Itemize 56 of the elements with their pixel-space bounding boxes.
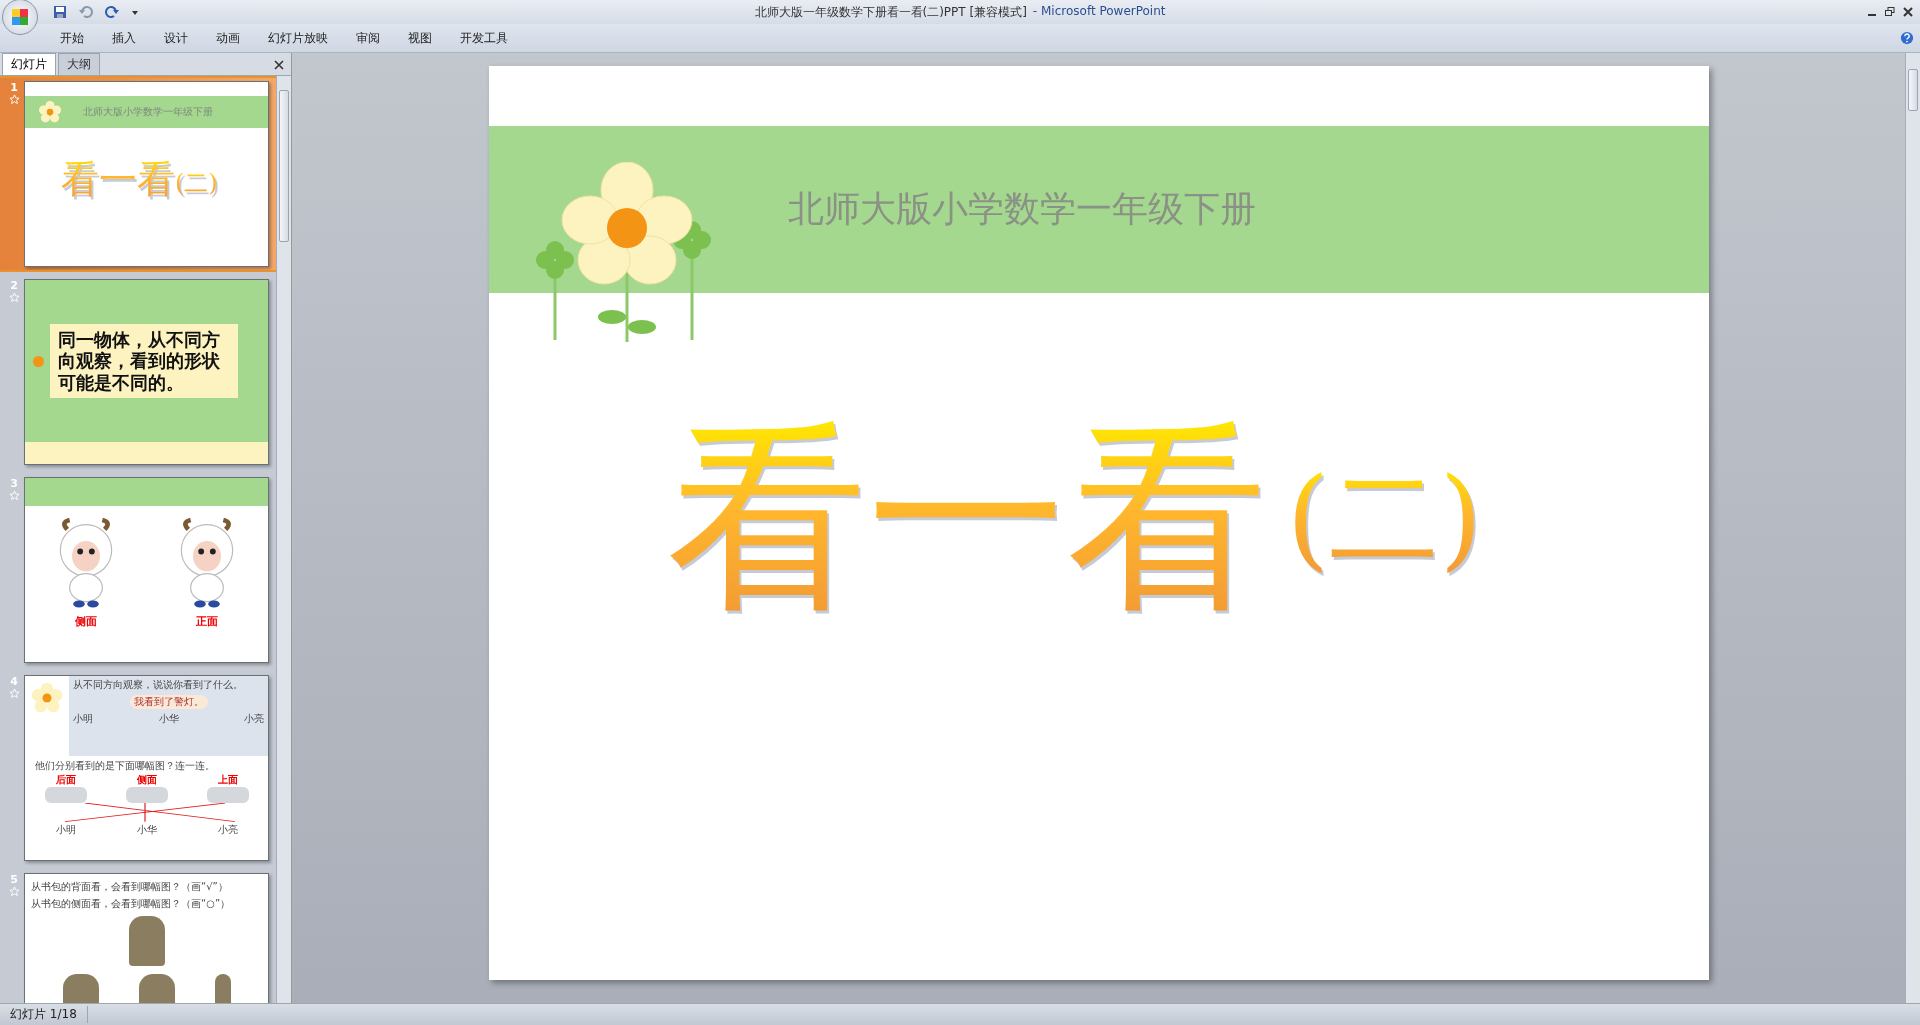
picture-caption: 正面 (196, 614, 219, 629)
slide-subtitle: 北师大版小学数学一年级下册 (787, 187, 1256, 231)
answer-label: 小明 (55, 823, 76, 837)
car-photo-placeholder (44, 787, 87, 803)
view-label: 侧面 (136, 773, 157, 787)
slide-number: 1 (10, 81, 18, 94)
view-label: 后面 (55, 773, 76, 787)
car-photo-placeholder (206, 787, 249, 803)
person-label: 小华 (158, 712, 179, 726)
ribbon-tab[interactable]: 幻灯片放映 (268, 29, 328, 47)
window-title: 北师大版一年级数学下册看一看(二)PPT [兼容模式] (754, 3, 1027, 21)
close-icon[interactable] (273, 59, 285, 71)
slide-number: 2 (10, 279, 18, 292)
panel-tab[interactable]: 大纲 (58, 53, 100, 75)
flower-icon (37, 99, 63, 125)
star-icon (8, 688, 20, 699)
close-icon[interactable] (1902, 6, 1914, 18)
question-text: 从书包的侧面看，会看到哪幅图？（画“○”） (31, 897, 232, 911)
ribbon-tab[interactable]: 动画 (216, 29, 240, 47)
car-photo-placeholder (125, 787, 168, 803)
question-text: 他们分别看到的是下面哪幅图？连一连。 (34, 759, 216, 773)
view-label: 上面 (217, 773, 238, 787)
picture-caption: 侧面 (74, 614, 97, 629)
help-icon[interactable] (1900, 31, 1914, 45)
slide-number: 5 (10, 873, 18, 886)
scrollbar[interactable] (1905, 53, 1920, 1003)
star-icon (8, 94, 20, 105)
ribbon-tab[interactable]: 审阅 (356, 29, 380, 47)
star-icon (8, 490, 20, 501)
star-icon (8, 292, 20, 303)
slide-counter: 幻灯片 1/18 (0, 1006, 88, 1023)
question-text: 从书包的背面看，会看到哪幅图？（画“√”） (31, 880, 229, 894)
bullet-icon (33, 355, 44, 367)
panel-tab[interactable]: 幻灯片 (2, 53, 56, 75)
redo-icon[interactable] (104, 4, 120, 20)
office-button[interactable] (2, 0, 38, 35)
ribbon-tab[interactable]: 插入 (112, 29, 136, 47)
restore-icon[interactable] (1884, 6, 1896, 18)
slide-number: 3 (10, 477, 18, 490)
ribbon-tab[interactable]: 视图 (408, 29, 432, 47)
backpack-photo-placeholder (128, 916, 165, 966)
answer-label: 小亮 (217, 823, 238, 837)
answer-label: 小华 (136, 823, 157, 837)
slide-text: 同一物体，从不同方向观察，看到的形状可能是不同的。 (50, 323, 238, 399)
save-icon[interactable] (52, 4, 68, 20)
scrollbar[interactable] (276, 76, 291, 1003)
ribbon-tab[interactable]: 设计 (164, 29, 188, 47)
ribbon-tab[interactable]: 开始 (60, 29, 84, 47)
star-icon (8, 886, 20, 897)
slide-number: 4 (10, 675, 18, 688)
person-label: 小亮 (244, 712, 264, 726)
person-label: 小明 (73, 712, 93, 726)
app-name: - Microsoft PowerPoint (1032, 3, 1166, 20)
ribbon-tab[interactable]: 开发工具 (460, 29, 508, 47)
speech-bubble: 我看到了警灯。 (129, 695, 208, 709)
prompt-text: 从不同方向观察，说说你看到了什么。 (73, 678, 244, 692)
